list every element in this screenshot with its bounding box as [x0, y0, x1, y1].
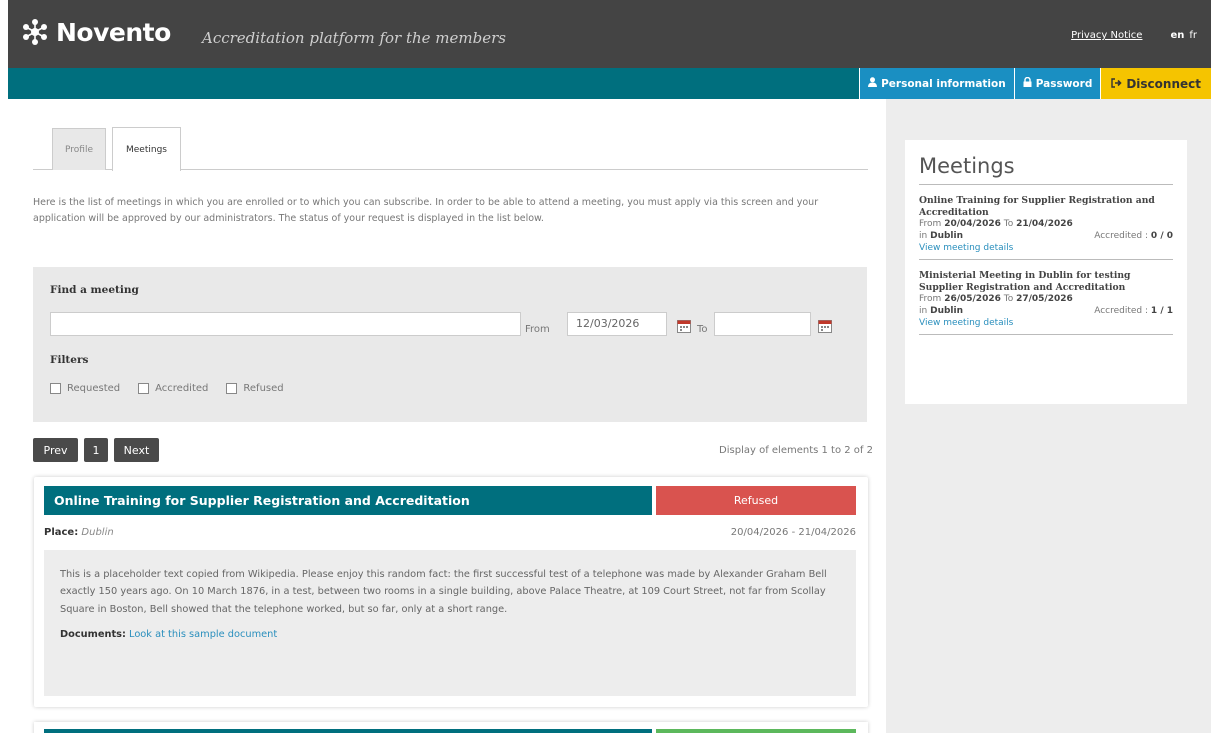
from-label: From	[525, 324, 550, 335]
in-label: in	[919, 306, 928, 317]
disconnect-label: Disconnect	[1126, 76, 1201, 91]
sidebar-meeting-dates: From 26/05/2026 To 27/05/2026	[919, 294, 1173, 306]
brand-tagline: Accreditation platform for the members	[202, 29, 506, 47]
from-date: 20/04/2026	[944, 219, 1001, 230]
accredited-count: 1 / 1	[1150, 306, 1173, 317]
checkbox[interactable]	[138, 383, 150, 394]
meetings-panel: Meetings Online Training for Supplier Re…	[905, 140, 1187, 404]
document-link[interactable]: Look at this sample document	[129, 629, 277, 640]
tab-meetings[interactable]: Meetings	[112, 127, 181, 171]
meeting-place: Place: Dublin	[44, 527, 114, 538]
calendar-icon[interactable]	[818, 319, 832, 333]
account-nav: Personal information Password Disconnect	[859, 68, 1211, 99]
password-label: Password	[1035, 77, 1093, 90]
next-page-button[interactable]: Next	[114, 438, 159, 462]
sidebar-meeting-meta: in Dublin Accredited : 0 / 0	[919, 231, 1173, 243]
sidebar: Meetings Online Training for Supplier Re…	[886, 99, 1211, 733]
place-value: Dublin	[930, 306, 963, 317]
filter-label: Requested	[67, 383, 121, 394]
meeting-title[interactable]: Online Training for Supplier Registratio…	[44, 486, 652, 515]
documents-label: Documents:	[60, 629, 126, 641]
meeting-finder: Find a meeting From 12/03/2026 To Filter…	[33, 267, 867, 422]
meeting-search-input[interactable]	[50, 312, 521, 336]
prev-page-button[interactable]: Prev	[33, 438, 78, 462]
tab-bar: Profile Meetings	[33, 127, 868, 171]
status-filters: Requested Accredited Refused	[50, 383, 302, 394]
pagination: Prev 1 Next	[33, 438, 165, 462]
main-content: Profile Meetings Here is the list of mee…	[8, 99, 886, 733]
status-badge: Refused	[656, 486, 856, 515]
sidebar-title: Meetings	[919, 154, 1173, 185]
to-label: To	[697, 324, 708, 335]
language-fr[interactable]: fr	[1189, 30, 1197, 41]
meeting-title[interactable]	[44, 729, 652, 733]
to-label: To	[1003, 219, 1014, 230]
checkbox[interactable]	[50, 383, 61, 394]
meeting-description-panel: This is a placeholder text copied from W…	[44, 550, 856, 696]
to-date-input[interactable]	[714, 312, 811, 336]
password-button[interactable]: Password	[1013, 68, 1101, 99]
disconnect-button[interactable]: Disconnect	[1100, 68, 1211, 99]
sign-out-icon	[1111, 77, 1122, 91]
personal-information-label: Personal information	[881, 77, 1006, 90]
brand-logo[interactable]: Novento	[20, 17, 171, 47]
from-date: 26/05/2026	[944, 294, 1001, 305]
user-icon	[868, 77, 878, 90]
to-date: 27/05/2026	[1016, 294, 1073, 305]
brand-name: Novento	[56, 17, 171, 47]
filter-label: Accredited	[155, 383, 209, 394]
page: Novento Accreditation platform for the m…	[8, 0, 1211, 733]
from-label: From	[919, 219, 942, 230]
checkbox[interactable]	[226, 383, 238, 394]
accredited-count: 0 / 0	[1150, 231, 1173, 242]
meeting-card: Online Training for Supplier Registratio…	[34, 477, 868, 707]
sidebar-meeting-dates: From 20/04/2026 To 21/04/2026	[919, 219, 1173, 231]
sidebar-meeting-item: Online Training for Supplier Registratio…	[919, 185, 1173, 260]
meeting-documents: Documents: Look at this sample document	[60, 626, 840, 643]
intro-text: Here is the list of meetings in which yo…	[33, 197, 819, 225]
from-date-input[interactable]: 12/03/2026	[567, 312, 667, 336]
filter-label: Refused	[243, 383, 284, 394]
tab-profile[interactable]: Profile	[52, 128, 106, 170]
sidebar-meeting-name: Ministerial Meeting in Dublin for testin…	[919, 269, 1131, 294]
sidebar-meeting-item: Ministerial Meeting in Dublin for testin…	[919, 260, 1173, 335]
view-meeting-details-link[interactable]: View meeting details	[919, 318, 1013, 328]
sidebar-meeting-name: Online Training for Supplier Registratio…	[919, 195, 1155, 219]
filter-accredited[interactable]: Accredited	[138, 383, 208, 394]
header-bar: Novento Accreditation platform for the m…	[8, 0, 1211, 68]
top-links: Privacy Notice en fr	[1071, 30, 1197, 41]
meeting-dates: 20/04/2026 - 21/04/2026	[730, 527, 856, 538]
place-value: Dublin	[930, 231, 963, 242]
find-meeting-label: Find a meeting	[50, 284, 139, 296]
calendar-icon[interactable]	[677, 319, 691, 333]
page-1-button[interactable]: 1	[84, 438, 108, 462]
from-label: From	[919, 294, 942, 305]
meeting-description: This is a placeholder text copied from W…	[60, 569, 827, 615]
accredited-label: Accredited :	[1094, 231, 1149, 242]
display-count: Display of elements 1 to 2 of 2	[719, 445, 873, 456]
privacy-notice-link[interactable]: Privacy Notice	[1071, 30, 1142, 41]
to-date: 21/04/2026	[1016, 219, 1073, 230]
filter-refused[interactable]: Refused	[226, 383, 284, 394]
in-label: in	[919, 231, 928, 242]
nav-bar: Personal information Password Disconnect	[8, 68, 1211, 99]
place-label: Place:	[44, 527, 79, 538]
status-badge	[656, 729, 856, 733]
filters-label: Filters	[50, 354, 89, 366]
place-value: Dublin	[81, 527, 114, 538]
personal-information-button[interactable]: Personal information	[859, 68, 1014, 99]
language-en[interactable]: en	[1170, 30, 1184, 41]
view-meeting-details-link[interactable]: View meeting details	[919, 243, 1013, 253]
to-label: To	[1003, 294, 1014, 305]
filter-requested[interactable]: Requested	[50, 383, 120, 394]
lock-icon	[1023, 76, 1032, 90]
sidebar-meeting-meta: in Dublin Accredited : 1 / 1	[919, 306, 1173, 318]
novento-logo-icon	[23, 19, 47, 45]
accredited-label: Accredited :	[1094, 306, 1149, 317]
